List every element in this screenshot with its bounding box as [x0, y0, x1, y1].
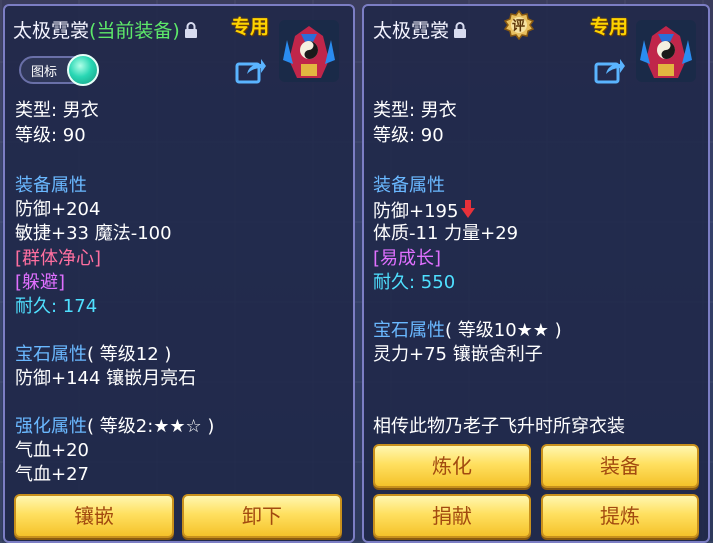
enhance-header-line: 强化属性( 等级2:★★☆ ) — [15, 416, 214, 438]
gem-level: ( 等级12 ) — [87, 344, 172, 365]
attr-header: 装备属性 — [373, 175, 445, 196]
attr-line: 敏捷+33 魔法-100 — [15, 223, 172, 244]
extract-button[interactable]: 提炼 — [541, 494, 699, 538]
gem-header: 宝石属性 — [15, 344, 87, 365]
special-skill-2: [躲避] — [15, 272, 66, 293]
donate-button[interactable]: 捐献 — [373, 494, 531, 538]
level-line: 等级: 90 — [373, 125, 444, 146]
gem-header: 宝石属性 — [373, 320, 445, 341]
type-line: 类型: 男衣 — [373, 100, 457, 121]
exclusive-badge: 专用 — [231, 16, 270, 38]
durability-line: 耐久: 174 — [15, 296, 97, 318]
icon-toggle[interactable]: 图标 — [19, 54, 99, 86]
enhance-header: 强化属性 — [15, 416, 87, 437]
durability-label: 耐久: — [15, 296, 63, 317]
refine-button[interactable]: 炼化 — [373, 444, 531, 488]
item-title: 太极霓裳 — [373, 16, 467, 43]
unequip-button[interactable]: 卸下 — [182, 494, 342, 538]
lock-icon — [184, 21, 198, 43]
current-equipped-tag: (当前装备) — [89, 20, 180, 42]
gem-header-line: 宝石属性( 等级12 ) — [15, 344, 171, 366]
enhance-line: 气血+20 — [15, 440, 89, 461]
durability-value: 550 — [420, 272, 456, 293]
rating-badge[interactable]: 评 — [503, 9, 535, 41]
share-button[interactable] — [235, 56, 267, 86]
durability-value: 174 — [62, 296, 98, 317]
gem-line: 防御+144 镶嵌月亮石 — [15, 368, 197, 389]
type-line: 类型: 男衣 — [15, 100, 99, 121]
gem-header-line: 宝石属性( 等级10★★ ) — [373, 320, 562, 342]
attr-line: 防御+195 — [373, 199, 476, 225]
enhance-line: 气血+27 — [15, 464, 89, 485]
lock-icon — [453, 21, 467, 43]
attr-line: 体质-11 力量+29 — [373, 223, 519, 244]
inlay-button[interactable]: 镶嵌 — [14, 494, 174, 538]
robe-item-icon — [279, 20, 339, 82]
attr-header: 装备属性 — [15, 175, 87, 196]
toggle-knob — [67, 54, 99, 86]
special-skill-1: [易成长] — [373, 248, 442, 269]
exclusive-badge: 专用 — [590, 16, 629, 38]
equipped-item-tooltip: 太极霓裳(当前装备) 专用 图标 类型: 男衣 等级: 90 装备属性 防御+2… — [3, 4, 355, 543]
level-line: 等级: 90 — [15, 125, 86, 146]
share-icon — [235, 59, 266, 84]
share-icon — [594, 59, 625, 84]
durability-line: 耐久: 550 — [373, 272, 455, 294]
special-skill-1: [群体净心] — [15, 248, 102, 269]
item-name: 太极霓裳 — [373, 20, 450, 42]
durability-label: 耐久: — [373, 272, 421, 293]
item-name: 太极霓裳 — [13, 20, 90, 42]
gem-level: ( 等级10★★ ) — [445, 320, 562, 341]
attr-value: 防御+195 — [373, 201, 459, 222]
icon-toggle-label: 图标 — [31, 65, 58, 80]
gem-line: 灵力+75 镶嵌舍利子 — [373, 344, 543, 365]
robe-item-icon — [636, 20, 696, 82]
lore-text: 相传此物乃老子飞升时所穿衣装 — [373, 416, 625, 437]
attr-line: 防御+204 — [15, 199, 101, 220]
enhance-level: ( 等级2:★★☆ ) — [87, 416, 215, 437]
compare-item-tooltip: 太极霓裳 专用 类型: 男衣 等级: 90 装备属性 防御+195 体质-11 … — [362, 4, 710, 543]
item-title: 太极霓裳(当前装备) — [13, 16, 198, 43]
share-button[interactable] — [594, 56, 626, 86]
rating-badge-text: 评 — [512, 19, 526, 34]
decrease-arrow-icon — [460, 199, 476, 225]
equip-button[interactable]: 装备 — [541, 444, 699, 488]
